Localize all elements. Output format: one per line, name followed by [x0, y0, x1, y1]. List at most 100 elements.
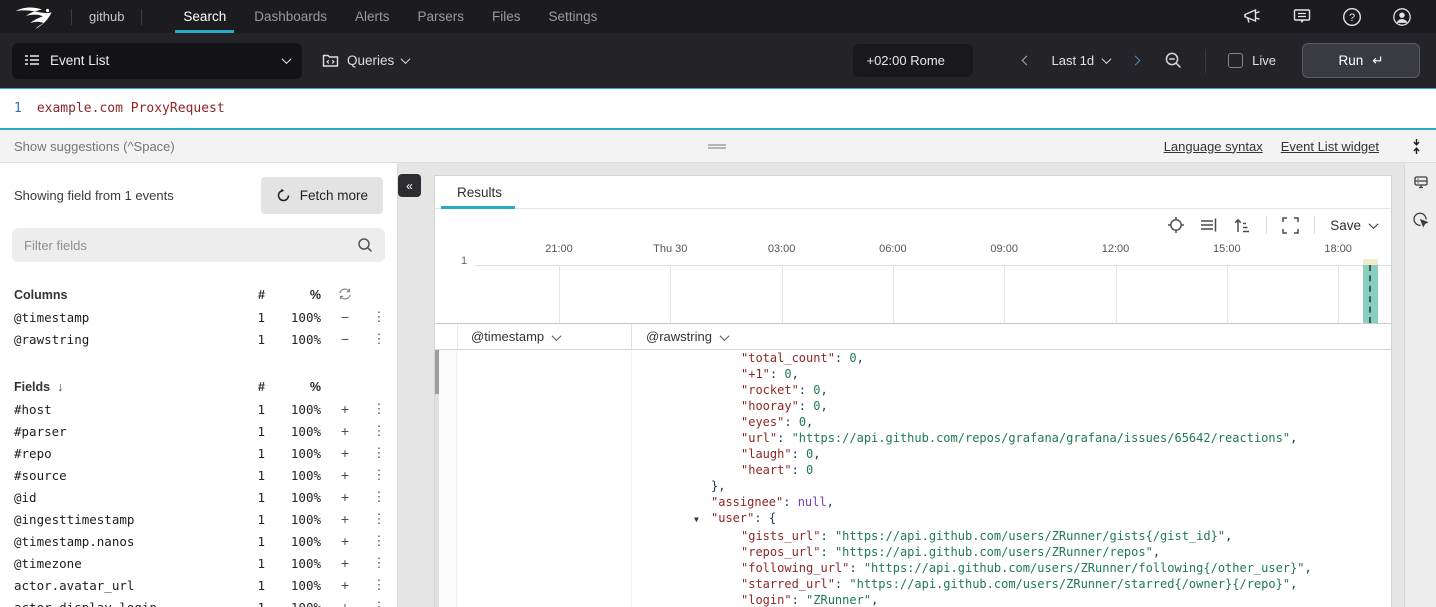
nav-item-search[interactable]: Search [169, 0, 240, 33]
fetch-more-label: Fetch more [300, 188, 368, 203]
event-list-widget-link[interactable]: Event List widget [1281, 139, 1379, 154]
add-field-button[interactable]: + [321, 401, 369, 417]
save-dropdown[interactable]: Save [1330, 218, 1377, 233]
queries-dropdown[interactable]: Queries [322, 53, 409, 68]
resize-handle[interactable] [708, 144, 726, 149]
repository-name[interactable]: github [85, 9, 128, 24]
field-percent: 100% [265, 332, 321, 347]
field-name[interactable]: #source [14, 468, 237, 483]
nav-item-files[interactable]: Files [478, 0, 535, 33]
fields-summary: Showing field from 1 events [14, 188, 174, 203]
megaphone-icon[interactable] [1242, 7, 1262, 27]
remove-column-button[interactable]: − [321, 331, 369, 347]
field-name[interactable]: actor.display_login [14, 600, 237, 607]
sync-columns-icon[interactable] [321, 288, 369, 303]
chevron-down-icon [719, 331, 729, 341]
add-field-button[interactable]: + [321, 511, 369, 527]
field-menu-icon[interactable]: ⋮ [369, 309, 389, 325]
nav-item-alerts[interactable]: Alerts [341, 0, 404, 33]
fullscreen-icon[interactable] [1282, 217, 1299, 234]
field-menu-icon[interactable]: ⋮ [369, 467, 389, 483]
zoom-out-time-icon[interactable] [1164, 51, 1183, 70]
field-name[interactable]: #host [14, 402, 237, 417]
field-count: 1 [237, 310, 265, 325]
timeline-chart[interactable]: 1 21:00Thu 3003:0006:0009:0012:0015:0018… [435, 242, 1391, 323]
live-toggle[interactable]: Live [1228, 53, 1276, 68]
filter-fields-box[interactable] [12, 228, 385, 262]
json-line: "url": "https://api.github.com/repos/gra… [646, 430, 1387, 446]
field-name[interactable]: #parser [14, 424, 237, 439]
view-selector-label: Event List [50, 53, 109, 68]
collapse-panel-button[interactable]: « [398, 174, 421, 197]
column-header-rawstring[interactable]: @rawstring [646, 324, 728, 350]
field-name[interactable]: @id [14, 490, 237, 505]
field-percent: 100% [265, 402, 321, 417]
nav-item-dashboards[interactable]: Dashboards [240, 0, 341, 33]
vertical-scrollbar[interactable] [435, 350, 439, 607]
feedback-icon[interactable] [1292, 7, 1312, 27]
add-field-button[interactable]: + [321, 445, 369, 461]
live-checkbox[interactable] [1228, 53, 1243, 68]
chevron-down-icon [552, 331, 562, 341]
time-step-forward-button[interactable] [1126, 52, 1144, 70]
filter-fields-input[interactable] [24, 238, 357, 253]
add-field-button[interactable]: + [321, 467, 369, 483]
add-field-button[interactable]: + [321, 423, 369, 439]
add-field-button[interactable]: + [321, 555, 369, 571]
time-range-dropdown[interactable]: Last 1d [1051, 53, 1110, 68]
field-name[interactable]: @ingesttimestamp [14, 512, 237, 527]
suggestions-hint: Show suggestions (^Space) [14, 139, 175, 154]
add-field-button[interactable]: + [321, 489, 369, 505]
field-menu-icon[interactable]: ⋮ [369, 445, 389, 461]
remove-column-button[interactable]: − [321, 309, 369, 325]
field-menu-icon[interactable]: ⋮ [369, 423, 389, 439]
interactions-icon[interactable] [1411, 209, 1431, 229]
fields-panel: Showing field from 1 events Fetch more C… [0, 163, 398, 607]
field-menu-icon[interactable]: ⋮ [369, 489, 389, 505]
add-field-button[interactable]: + [321, 577, 369, 593]
x-axis-tick: Thu 30 [653, 243, 687, 255]
sort-descending-icon[interactable]: ↓ [57, 380, 63, 394]
column-header-timestamp[interactable]: @timestamp [471, 324, 560, 350]
rawstring-json: "total_count": 0,"+1": 0,"rocket": 0,"ho… [646, 350, 1387, 607]
field-name[interactable]: actor.avatar_url [14, 578, 237, 593]
sort-ascending-icon[interactable] [1233, 217, 1251, 234]
field-menu-icon[interactable]: ⋮ [369, 599, 389, 607]
row-density-icon[interactable] [1200, 217, 1218, 233]
query-text[interactable]: example.com ProxyRequest [37, 101, 225, 116]
scrollbar-thumb[interactable] [435, 350, 439, 394]
field-row: @ingesttimestamp1100%+⋮ [0, 508, 397, 530]
run-button[interactable]: Run ↵ [1302, 43, 1420, 78]
field-name[interactable]: @timestamp.nanos [14, 534, 237, 549]
field-menu-icon[interactable]: ⋮ [369, 401, 389, 417]
field-name[interactable]: @timezone [14, 556, 237, 571]
field-name[interactable]: @timestamp [14, 310, 237, 325]
add-field-button[interactable]: + [321, 599, 369, 607]
fetch-more-button[interactable]: Fetch more [261, 177, 383, 214]
field-menu-icon[interactable]: ⋮ [369, 533, 389, 549]
results-table-body: "total_count": 0,"+1": 0,"rocket": 0,"ho… [435, 350, 1391, 607]
nav-item-settings[interactable]: Settings [535, 0, 612, 33]
field-menu-icon[interactable]: ⋮ [369, 577, 389, 593]
add-field-button[interactable]: + [321, 533, 369, 549]
field-menu-icon[interactable]: ⋮ [369, 331, 389, 347]
account-icon[interactable] [1392, 7, 1412, 27]
field-menu-icon[interactable]: ⋮ [369, 511, 389, 527]
field-count: 1 [237, 424, 265, 439]
collapse-vertical-icon[interactable] [1409, 138, 1424, 155]
data-sources-icon[interactable] [1411, 173, 1431, 193]
crowdstrike-falcon-logo[interactable] [14, 4, 58, 30]
nav-item-parsers[interactable]: Parsers [404, 0, 479, 33]
collapse-node-icon[interactable]: ▼ [694, 512, 711, 528]
field-name[interactable]: @rawstring [14, 332, 237, 347]
language-syntax-link[interactable]: Language syntax [1164, 139, 1263, 154]
query-editor[interactable]: 1 example.com ProxyRequest [0, 88, 1436, 130]
help-icon[interactable]: ? [1342, 7, 1362, 27]
view-selector-dropdown[interactable]: Event List [12, 43, 302, 79]
crosshair-icon[interactable] [1167, 216, 1185, 234]
timezone-button[interactable]: +02:00 Rome [853, 44, 973, 77]
tab-results[interactable]: Results [457, 176, 502, 209]
time-step-back-button[interactable] [1017, 52, 1035, 70]
field-name[interactable]: #repo [14, 446, 237, 461]
field-menu-icon[interactable]: ⋮ [369, 555, 389, 571]
